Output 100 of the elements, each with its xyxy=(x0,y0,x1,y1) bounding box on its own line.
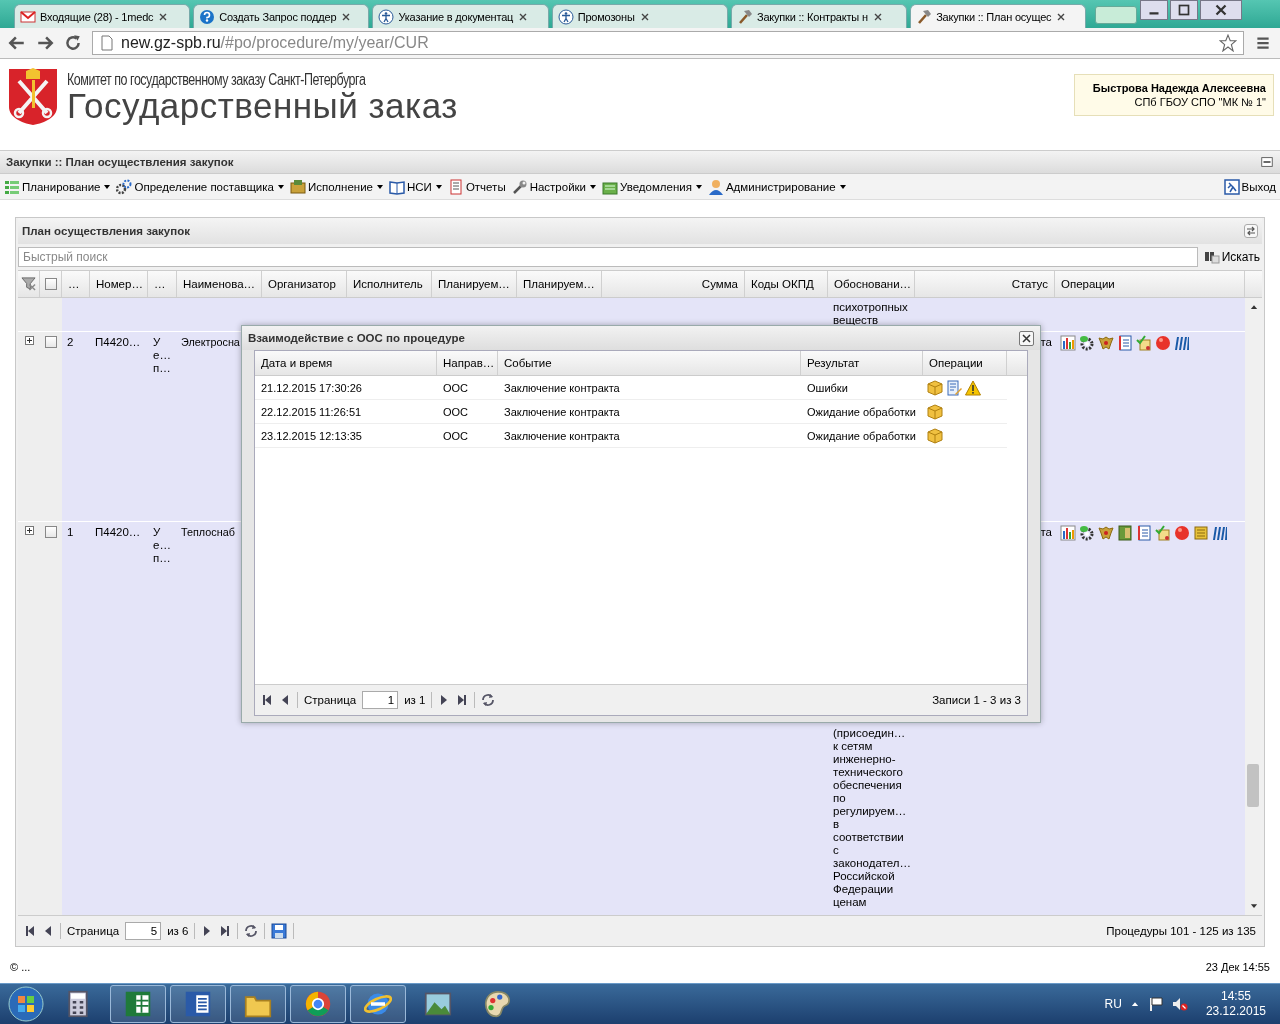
menu-item[interactable]: НСИ xyxy=(389,178,442,195)
taskbar-button[interactable] xyxy=(350,985,406,1023)
browser-tab[interactable]: Закупки :: Контракты н xyxy=(730,4,908,28)
bar-chart-icon[interactable] xyxy=(1060,524,1076,541)
taskbar-button[interactable] xyxy=(230,985,286,1023)
column-header[interactable]: Событие xyxy=(498,351,801,375)
first-page-button[interactable] xyxy=(24,925,36,938)
page-input[interactable]: 5 xyxy=(125,922,162,941)
start-button[interactable] xyxy=(6,985,46,1023)
table-cell-text: П4420… xyxy=(94,524,142,540)
save-button[interactable] xyxy=(271,923,288,940)
hammer-icon xyxy=(916,8,933,25)
column-header[interactable]: Обосновани… xyxy=(828,270,915,297)
minimize-icon[interactable] xyxy=(1140,0,1168,20)
expand-toggle[interactable] xyxy=(24,335,34,345)
menu-item[interactable]: Планирование xyxy=(4,178,111,195)
browser-tab[interactable]: Указание в документац xyxy=(372,4,549,28)
notebook-icon[interactable] xyxy=(1136,524,1152,541)
page-label: Страница xyxy=(304,694,357,706)
bar-chart-icon[interactable] xyxy=(1060,334,1076,351)
clock-date[interactable]: 23.12.2015 xyxy=(1205,1004,1266,1019)
emblem-icon[interactable] xyxy=(1098,524,1114,541)
search-button[interactable]: Искать xyxy=(1201,249,1262,264)
scrollbar-thumb[interactable] xyxy=(1247,763,1259,807)
menu-item[interactable]: Администрирование xyxy=(707,178,846,195)
column-header[interactable]: Операции xyxy=(923,351,1007,375)
column-header[interactable]: Результат xyxy=(801,351,923,375)
tab-title: Создать Запрос поддер xyxy=(219,10,337,23)
speaker-muted-icon[interactable] xyxy=(1171,996,1188,1012)
star-icon[interactable] xyxy=(1219,34,1237,52)
user-organization: СПб ГБОУ СПО "МК № 1" xyxy=(1133,95,1266,109)
taskbar-button[interactable] xyxy=(170,985,226,1023)
column-header[interactable]: Направ… xyxy=(437,351,498,375)
refresh-button[interactable] xyxy=(481,693,496,707)
warning-icon[interactable] xyxy=(965,379,981,396)
package-icon[interactable] xyxy=(927,379,943,396)
column-header[interactable]: Планируем… xyxy=(432,270,517,297)
reload-icon[interactable] xyxy=(64,34,82,52)
menu-item[interactable]: Отчеты xyxy=(447,178,506,195)
browser-tab[interactable]: Промозоны xyxy=(551,4,728,28)
menu-icon[interactable] xyxy=(1254,34,1272,52)
column-header[interactable]: Номер… xyxy=(90,270,148,297)
tab-title: Входящие (28) - 1medc xyxy=(40,10,154,23)
column-header[interactable]: Наименова… xyxy=(177,270,262,297)
notebook-icon[interactable] xyxy=(1117,334,1133,351)
close-button[interactable] xyxy=(1019,330,1034,346)
menu-item[interactable]: Настройки xyxy=(511,178,597,195)
address-field[interactable]: new.gz-spb.ru/#po/procedure/my/year/CUR xyxy=(92,31,1244,55)
panel-title: План осуществления закупок xyxy=(22,224,190,237)
palette-icon xyxy=(484,990,512,1018)
close-icon[interactable] xyxy=(1200,0,1242,20)
column-header[interactable]: Организатор xyxy=(262,270,347,297)
collapse-icon[interactable] xyxy=(1260,155,1274,169)
filter-clear-icon[interactable] xyxy=(21,276,36,292)
books-icon[interactable] xyxy=(1174,334,1190,351)
menu-item[interactable]: Определение поставщика xyxy=(116,178,284,195)
book-icon[interactable] xyxy=(1117,524,1133,541)
maximize-icon[interactable] xyxy=(1170,0,1198,20)
column-header[interactable]: Планируем… xyxy=(517,270,602,297)
package-icon[interactable] xyxy=(927,403,943,420)
menu-item[interactable]: Уведомления xyxy=(602,178,702,195)
taskbar-button[interactable] xyxy=(110,985,166,1023)
browser-tab[interactable]: Создать Запрос поддер xyxy=(193,4,370,28)
expand-toggle[interactable] xyxy=(24,525,34,535)
document-check-icon[interactable] xyxy=(1136,334,1152,351)
browser-tab[interactable]: Закупки :: План осущес xyxy=(910,4,1087,28)
language-indicator[interactable]: RU xyxy=(1104,997,1122,1011)
wrench-icon xyxy=(511,178,528,195)
refresh-button[interactable] xyxy=(1244,223,1258,238)
menu-item[interactable]: Исполнение xyxy=(290,178,383,195)
clock-time[interactable]: 14:55 xyxy=(1205,989,1266,1004)
emblem-icon[interactable] xyxy=(1098,334,1114,351)
books-icon[interactable] xyxy=(1212,524,1228,541)
refresh-button[interactable] xyxy=(244,924,259,939)
column-header[interactable]: Исполнитель xyxy=(347,270,432,297)
taskbar-button[interactable] xyxy=(290,985,346,1023)
last-page-button[interactable] xyxy=(456,694,469,706)
back-icon[interactable] xyxy=(8,34,26,52)
document-check-icon[interactable] xyxy=(1155,524,1171,541)
column-header[interactable]: Статус xyxy=(915,270,1055,297)
flag-icon[interactable] xyxy=(1147,996,1164,1012)
forward-icon[interactable] xyxy=(36,34,54,52)
column-header[interactable]: … xyxy=(148,270,177,297)
checkbox[interactable] xyxy=(44,277,57,290)
checkbox[interactable] xyxy=(45,525,57,538)
circle-icon[interactable] xyxy=(1174,524,1190,541)
column-header[interactable]: Сумма xyxy=(602,270,745,297)
circle-icon[interactable] xyxy=(1155,334,1171,351)
exit-button[interactable]: Выход xyxy=(1223,178,1276,195)
column-header[interactable]: Операции xyxy=(1055,270,1245,297)
first-page-button[interactable] xyxy=(261,694,273,706)
last-page-button[interactable] xyxy=(219,925,232,938)
checkbox[interactable] xyxy=(45,335,57,348)
page-input[interactable]: 1 xyxy=(362,691,399,709)
package-icon[interactable] xyxy=(927,427,943,444)
browser-tab[interactable]: Входящие (28) - 1medc xyxy=(14,4,191,28)
column-header[interactable]: Дата и время xyxy=(255,351,437,375)
column-header[interactable]: … xyxy=(62,270,90,297)
column-header[interactable]: Коды ОКПД xyxy=(745,270,828,297)
search-field[interactable]: Быстрый поиск xyxy=(18,246,1198,267)
